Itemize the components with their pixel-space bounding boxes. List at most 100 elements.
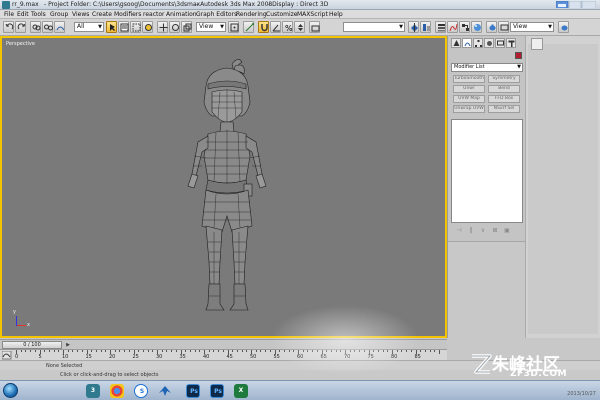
menu-edit[interactable]: Edit (17, 11, 29, 18)
tab-modify[interactable] (462, 38, 472, 48)
modifier-button-ffd-box[interactable]: FFD Box (488, 95, 520, 103)
menu-group[interactable]: Group (50, 11, 68, 18)
menu-reactor[interactable]: reactor (143, 11, 165, 18)
snap-toggle-button[interactable] (258, 21, 269, 33)
menu-animation[interactable]: Animation (166, 11, 197, 18)
select-by-name-button[interactable] (118, 21, 129, 33)
curve-editor-icon (449, 23, 458, 32)
render-frame-button[interactable] (498, 21, 509, 33)
redo-button[interactable] (15, 21, 26, 33)
menu-create[interactable]: Create (92, 11, 112, 18)
tab-create[interactable] (451, 38, 461, 48)
mirror-button[interactable] (408, 21, 419, 33)
modifier-button-unwr[interactable]: Unwr (453, 85, 485, 93)
chevron-down-icon: ▼ (98, 24, 102, 30)
render-view-dropdown[interactable]: View ▼ (510, 22, 554, 32)
menu-graph-editors[interactable]: Graph Editors (196, 11, 237, 18)
modifier-list-dropdown[interactable]: Modifier List ▼ (451, 63, 523, 72)
taskbar-chrome[interactable] (110, 384, 124, 398)
pivot-center-button[interactable] (228, 21, 239, 33)
perspective-viewport[interactable]: Perspective x y (0, 36, 447, 338)
motion-icon (487, 41, 492, 46)
select-and-rotate-button[interactable] (169, 21, 180, 33)
layer-manager-button[interactable] (435, 21, 446, 33)
menu-help[interactable]: Help (329, 11, 343, 18)
command-panel-tabs (451, 38, 523, 48)
taskbar-sogou[interactable]: S (134, 384, 148, 398)
render-setup-button[interactable] (486, 21, 497, 33)
link-icon (32, 24, 41, 31)
material-sphere-icon (474, 24, 481, 31)
modifier-button-unwrap-uvw[interactable]: Unwrap UVW (453, 105, 485, 113)
taskbar-nav[interactable] (158, 384, 172, 398)
menu-rendering[interactable]: Rendering (236, 11, 267, 18)
bind-space-warp-button[interactable] (54, 21, 65, 33)
quick-render-button[interactable] (558, 21, 569, 33)
percent-snap-button[interactable]: % (282, 21, 293, 33)
modifier-stack-list[interactable] (451, 119, 523, 223)
pin-stack-icon[interactable]: ⊣ (455, 227, 463, 235)
tab-hierarchy[interactable] (473, 38, 483, 48)
tab-motion[interactable] (484, 38, 494, 48)
menu-tools[interactable]: Tools (31, 11, 46, 18)
modifier-button-symmetry[interactable]: Symmetry (488, 75, 520, 83)
select-and-scale-button[interactable] (181, 21, 192, 33)
start-button[interactable] (3, 383, 18, 398)
menu-modifiers[interactable]: Modifiers (114, 11, 141, 18)
rectangular-selection-button[interactable] (130, 21, 141, 33)
object-color-swatch[interactable] (515, 52, 522, 59)
viewport-label[interactable]: Perspective (6, 41, 35, 47)
align-button[interactable] (420, 21, 431, 33)
material-editor-button[interactable] (471, 21, 482, 33)
selection-status: None Selected (46, 363, 83, 369)
track-bar-tick (189, 350, 191, 352)
mini-curve-editor-icon[interactable] (2, 351, 12, 360)
taskbar-excel[interactable]: X (234, 384, 248, 398)
show-end-result-icon[interactable]: ‖ (467, 227, 475, 235)
character-wireframe-model[interactable] (172, 56, 282, 326)
app-icon[interactable] (2, 1, 10, 9)
menu-maxscript[interactable]: MAXScript (297, 11, 328, 18)
schematic-view-button[interactable] (459, 21, 470, 33)
curve-editor-button[interactable] (447, 21, 458, 33)
remove-modifier-icon[interactable]: ⊠ (491, 227, 499, 235)
make-unique-icon[interactable]: ∨ (479, 227, 487, 235)
chevron-down-icon: ▼ (548, 24, 552, 30)
title-project: - Project Folder: C:\Users\gsoog\Documen… (44, 1, 201, 8)
menu-file[interactable]: File (4, 11, 14, 18)
menu-customize[interactable]: Customize (266, 11, 298, 18)
right-dock-tab[interactable] (531, 38, 543, 50)
select-object-button[interactable] (106, 21, 117, 33)
spinner-snap-button[interactable] (294, 21, 305, 33)
time-slider-thumb[interactable]: 0 / 100 (2, 341, 62, 349)
modifier-button-nsurf-sel[interactable]: NSurf Sel (488, 105, 520, 113)
track-bar-tick (439, 350, 440, 354)
tab-utilities[interactable] (506, 38, 516, 48)
tab-display[interactable] (495, 38, 505, 48)
menu-views[interactable]: Views (72, 11, 89, 18)
window-controls[interactable] (556, 1, 596, 8)
named-selection-sets-dropdown[interactable]: ▼ (343, 22, 405, 32)
select-by-name-icon (120, 23, 129, 32)
select-manipulate-button[interactable] (243, 21, 254, 33)
taskbar-photoshop-1[interactable]: Ps (186, 384, 200, 398)
unlink-button[interactable] (42, 21, 53, 33)
next-frame-arrow-icon[interactable]: ▶ (64, 341, 72, 349)
select-and-link-button[interactable] (30, 21, 41, 33)
display-icon (497, 40, 504, 46)
undo-button[interactable] (3, 21, 14, 33)
taskbar-photoshop-2[interactable]: Ps (210, 384, 224, 398)
track-bar-tick (44, 350, 46, 352)
angle-snap-button[interactable] (270, 21, 281, 33)
selection-filter-dropdown[interactable]: All ▼ (74, 22, 104, 32)
edit-named-selection-button[interactable] (309, 21, 320, 33)
modifier-button-uvw-map[interactable]: UVW Map (453, 95, 485, 103)
modifier-button-turbosmooth[interactable]: TurboSmooth (453, 75, 485, 83)
configure-sets-icon[interactable]: ▣ (503, 227, 511, 235)
window-crossing-button[interactable] (142, 21, 153, 33)
taskbar-3dsmax[interactable]: 3 (86, 384, 100, 398)
axis-y-label: y (13, 309, 16, 315)
modifier-button-bend[interactable]: Bend (488, 85, 520, 93)
reference-coordinate-dropdown[interactable]: View ▼ (196, 22, 226, 32)
select-and-move-button[interactable] (157, 21, 168, 33)
